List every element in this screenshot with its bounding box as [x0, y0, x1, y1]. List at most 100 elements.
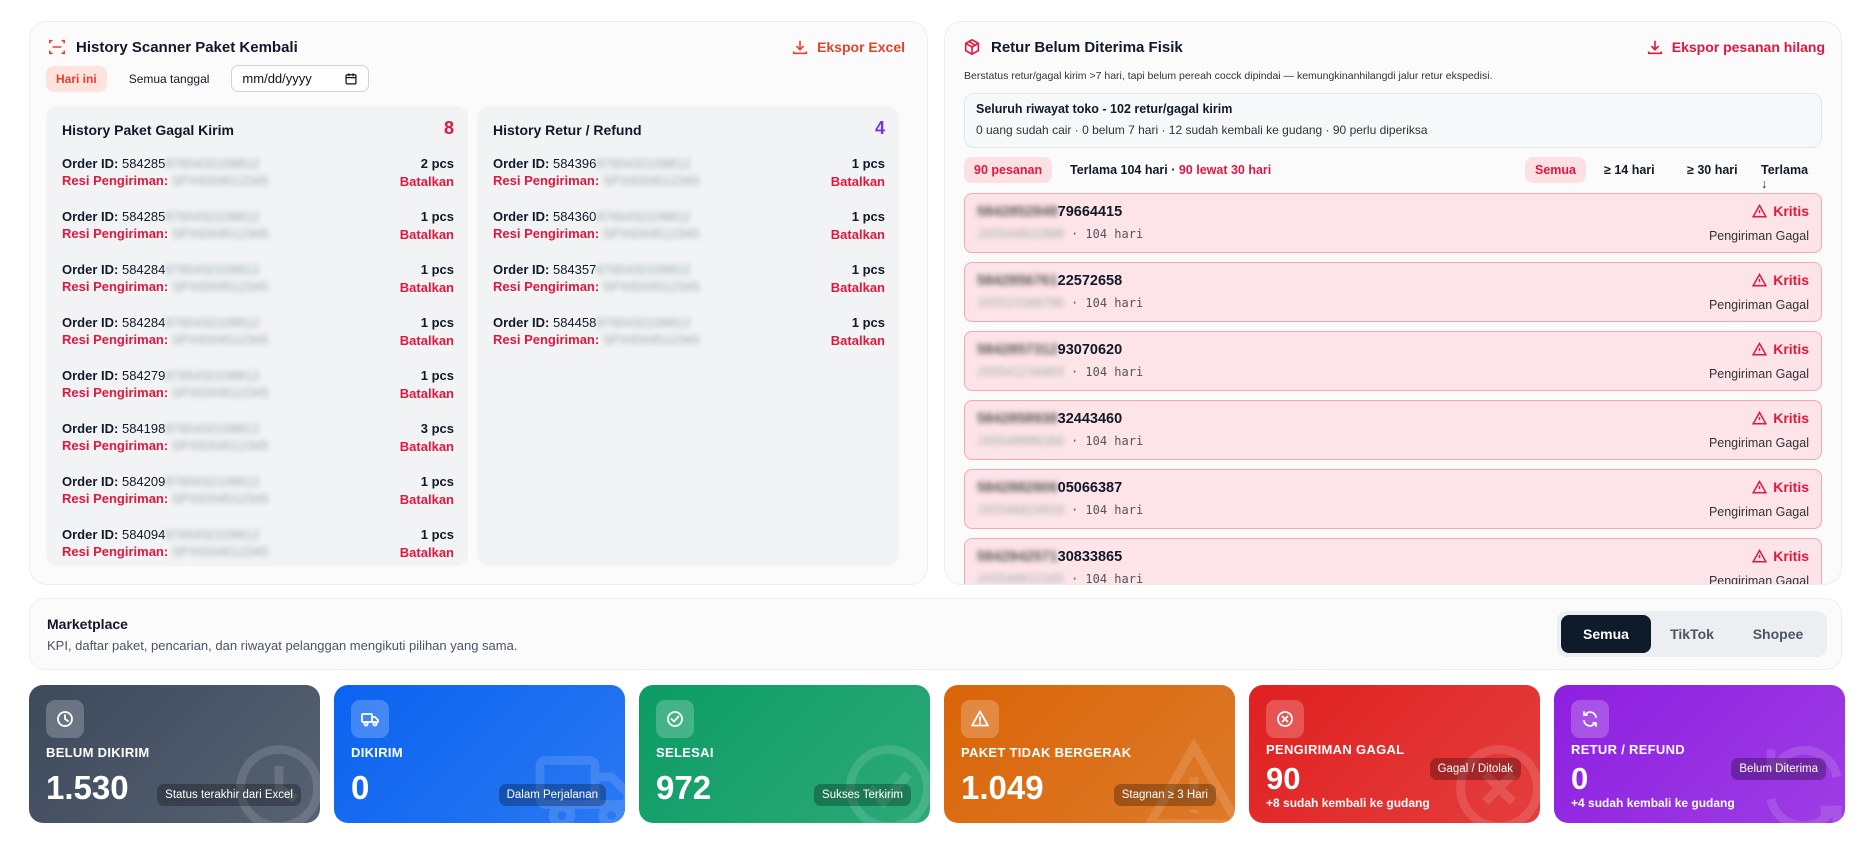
cancel-button[interactable]: Batalkan: [831, 174, 885, 189]
export-excel-button[interactable]: Ekspor Excel: [791, 38, 905, 56]
export-lost-orders-button[interactable]: Ekspor pesanan hilang: [1646, 38, 1825, 56]
quantity: 1 pcs: [851, 209, 885, 224]
retur-item[interactable]: 584285731293070620 JX5541234403 · 104 har…: [964, 331, 1822, 391]
scanner-panel: History Scanner Paket Kembali Ekspor Exc…: [29, 21, 928, 585]
cancel-button[interactable]: Batalkan: [831, 333, 885, 348]
retur-item[interactable]: 584294257130833865 JX5549012345 · 104 har…: [964, 538, 1822, 585]
kpi-badge: Dalam Perjalanan: [498, 784, 606, 806]
retur-status: Pengiriman Gagal: [1708, 505, 1809, 519]
cancel-button[interactable]: Batalkan: [400, 386, 454, 401]
cancel-button[interactable]: Batalkan: [400, 333, 454, 348]
marketplace-option-tiktok[interactable]: TikTok: [1647, 615, 1737, 653]
scanner-title: History Scanner Paket Kembali: [48, 38, 298, 56]
warning-icon: [1752, 341, 1768, 355]
retur-meta: JX5523168796 · 104 hari: [977, 296, 1144, 310]
retur-refund-count: 4: [874, 118, 885, 138]
filter-all-dates[interactable]: Semua tanggal: [119, 66, 220, 92]
retur-filter-bar: 90 pesanan Terlama 104 hari · 90 lewat 3…: [964, 157, 1822, 191]
kpi-card-retur-refund[interactable]: RETUR / REFUND 0 Belum Diterima +4 sudah ke…: [1554, 685, 1845, 823]
date-input[interactable]: mm/dd/yyyy: [231, 65, 370, 92]
warning-icon: [1752, 410, 1768, 424]
kpi-card-belum-dikirim[interactable]: BELUM DIKIRIM 1.530 Status terakhir dari E…: [29, 685, 320, 823]
order-id: Order ID: 5840948765432109812: [62, 527, 260, 542]
order-row: Order ID: 5842098765432109812 Resi Pengir…: [62, 474, 454, 527]
kpi-card-selesai[interactable]: SELESAI 972 Sukses Terkirim: [639, 685, 930, 823]
retur-meta: JX5546824919 · 104 hari: [977, 503, 1144, 517]
resi-number: Resi Pengiriman: SPXID04512345: [62, 385, 269, 400]
warning-icon: [1752, 272, 1768, 286]
retur-panel-title: Retur Belum Diterima Fisik: [963, 38, 1183, 56]
severity-badge: Kritis: [1752, 272, 1809, 288]
cancel-button[interactable]: Batalkan: [400, 439, 454, 454]
sort-oldest[interactable]: Terlama ↓: [1751, 157, 1822, 197]
kpi-label: PAKET TIDAK BERGERAK: [961, 745, 1132, 760]
check-circle-icon: [656, 700, 694, 738]
retur-status: Pengiriman Gagal: [1708, 367, 1809, 381]
retur-order-id: 584288280605066387: [977, 480, 1123, 496]
age-summary: Terlama 104 hari · 90 lewat 30 hari: [1070, 163, 1272, 177]
kpi-badge: Belum Diterima: [1731, 758, 1826, 780]
filter-30-days[interactable]: ≥ 30 hari: [1677, 157, 1748, 183]
kpi-value: 1.530: [46, 769, 129, 806]
retur-refund-history: History Retur / Refund 4 Order ID: 58439…: [477, 106, 899, 566]
cancel-button[interactable]: Batalkan: [400, 492, 454, 507]
kpi-extra: +8 sudah kembali ke gudang: [1266, 796, 1430, 810]
kpi-value: 0: [1571, 761, 1589, 796]
quantity: 1 pcs: [420, 527, 454, 542]
date-filter-row: Hari ini Semua tanggal mm/dd/yyyy: [46, 65, 370, 92]
kpi-value: 0: [351, 769, 370, 806]
cancel-button[interactable]: Batalkan: [400, 280, 454, 295]
marketplace-title: Marketplace: [47, 616, 128, 632]
marketplace-selector: Semua TikTok Shopee: [1557, 611, 1827, 657]
order-row: Order ID: 5841988765432109812 Resi Pengir…: [62, 421, 454, 474]
order-id: Order ID: 5843608765432109812: [493, 209, 691, 224]
cancel-button[interactable]: Batalkan: [400, 227, 454, 242]
kpi-badge: Gagal / Ditolak: [1429, 758, 1521, 780]
order-row: Order ID: 5843968765432109812 Resi Pengir…: [493, 156, 885, 209]
order-count-pill: 90 pesanan: [964, 157, 1053, 183]
cancel-button[interactable]: Batalkan: [400, 545, 454, 560]
cancel-button[interactable]: Batalkan: [831, 280, 885, 295]
kpi-label: RETUR / REFUND: [1571, 742, 1685, 757]
retur-item[interactable]: 584285893832443460 JX5540906104 · 104 har…: [964, 400, 1822, 460]
quantity: 2 pcs: [420, 156, 454, 171]
resi-number: Resi Pengiriman: SPXID04512345: [493, 173, 700, 188]
marketplace-option-semua[interactable]: Semua: [1561, 615, 1651, 653]
kpi-value: 90: [1266, 761, 1301, 796]
warning-icon: [1145, 737, 1235, 823]
retur-item[interactable]: 584285676122572658 JX5523168796 · 104 har…: [964, 262, 1822, 322]
order-row: Order ID: 5842848765432109812 Resi Pengir…: [62, 262, 454, 315]
retur-order-id: 584285676122572658: [977, 273, 1123, 289]
warning-icon: [961, 700, 999, 738]
retur-meta: JX5549012345 · 104 hari: [977, 572, 1144, 585]
gagal-kirim-title: History Paket Gagal Kirim: [62, 122, 234, 138]
retur-item[interactable]: 584285284879664415 JX5544831908 · 104 har…: [964, 193, 1822, 253]
clock-icon: [236, 745, 320, 823]
filter-all[interactable]: Semua: [1525, 157, 1586, 183]
retur-meta: JX5540906104 · 104 hari: [977, 434, 1144, 448]
kpi-card-paket-tidak-bergerak[interactable]: PAKET TIDAK BERGERAK 1.049 Stagnan ≥ 3 Har…: [944, 685, 1235, 823]
quantity: 1 pcs: [420, 315, 454, 330]
scan-icon: [48, 39, 66, 55]
kpi-card-dikirim[interactable]: DIKIRIM 0 Dalam Perjalanan: [334, 685, 625, 823]
cancel-button[interactable]: Batalkan: [400, 174, 454, 189]
retur-panel-subtitle: Berstatus retur/gagal kirim >7 hari, tap…: [964, 70, 1493, 82]
gagal-kirim-list: Order ID: 5842858765432109812 Resi Pengir…: [62, 156, 454, 580]
marketplace-option-shopee[interactable]: Shopee: [1733, 615, 1823, 653]
resi-number: Resi Pengiriman: SPXID04512345: [62, 226, 269, 241]
marketplace-subtitle: KPI, daftar paket, pencarian, dan riwaya…: [47, 638, 518, 653]
store-history-summary: Seluruh riwayat toko - 102 retur/gagal k…: [964, 93, 1822, 148]
quantity: 1 pcs: [420, 368, 454, 383]
cancel-button[interactable]: Batalkan: [831, 227, 885, 242]
retur-item[interactable]: 584288280605066387 JX5546824919 · 104 har…: [964, 469, 1822, 529]
order-row: Order ID: 5843608765432109812 Resi Pengir…: [493, 209, 885, 262]
filter-14-days[interactable]: ≥ 14 hari: [1594, 157, 1665, 183]
calendar-icon: [345, 72, 357, 85]
retur-order-id: 584285731293070620: [977, 342, 1123, 358]
severity-badge: Kritis: [1752, 479, 1809, 495]
severity-badge: Kritis: [1752, 410, 1809, 426]
kpi-card-pengiriman-gagal[interactable]: PENGIRIMAN GAGAL 90 Gagal / Ditolak +8 suda…: [1249, 685, 1540, 823]
gagal-kirim-count: 8: [443, 118, 454, 138]
filter-today[interactable]: Hari ini: [46, 65, 107, 92]
retur-meta: JX5541234403 · 104 hari: [977, 365, 1144, 379]
